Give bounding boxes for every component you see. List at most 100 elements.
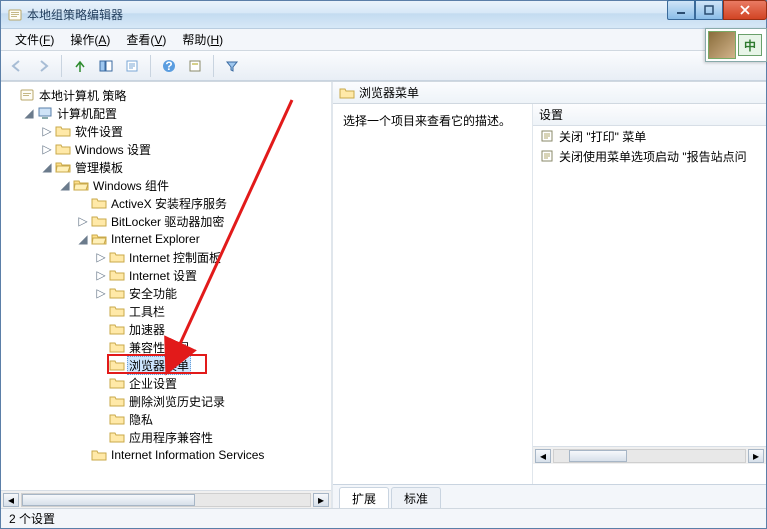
properties-button[interactable] [183,54,207,78]
up-button[interactable] [68,54,92,78]
tree-h-scrollbar[interactable]: ◂ ▸ [1,490,331,508]
scroll-right-button[interactable]: ▸ [748,449,764,463]
tree-iis[interactable]: Internet Information Services [77,446,331,464]
content-area: 本地计算机 策略 ◢ 计算机配置 ▷软件设置 [1,81,766,508]
tab-standard[interactable]: 标准 [391,487,441,508]
list-h-scrollbar[interactable]: ◂ ▸ [533,446,766,464]
description-column: 选择一个项目来查看它的描述。 [333,104,533,484]
tree-internet-explorer[interactable]: ◢Internet Explorer [77,230,331,248]
tab-extended[interactable]: 扩展 [339,487,389,508]
folder-icon [109,357,125,373]
expand-icon[interactable]: ▷ [95,287,107,299]
expand-icon[interactable]: ▷ [77,215,89,227]
folder-icon [91,195,107,211]
folder-icon [109,411,125,427]
details-pane: 浏览器菜单 选择一个项目来查看它的描述。 设置 关闭 "打印" 菜单 关闭使用菜… [333,82,766,508]
tree-windows-settings[interactable]: ▷Windows 设置 [41,140,331,158]
folder-open-icon [55,159,71,175]
forward-button[interactable] [31,54,55,78]
help-button[interactable]: ? [157,54,181,78]
menu-action[interactable]: 操作(A) [62,29,118,50]
toolbar-separator [213,55,214,77]
list-item-label: 关闭 "打印" 菜单 [559,128,646,145]
folder-icon [91,213,107,229]
window-title: 本地组策略编辑器 [27,6,123,23]
toolbar-separator [61,55,62,77]
folder-icon [91,447,107,463]
tree-root[interactable]: 本地计算机 策略 [5,86,331,104]
collapse-icon[interactable]: ◢ [23,107,35,119]
expand-icon[interactable]: ▷ [41,125,53,137]
tree-pane: 本地计算机 策略 ◢ 计算机配置 ▷软件设置 [1,82,333,508]
details-title: 浏览器菜单 [359,84,419,101]
export-list-button[interactable] [120,54,144,78]
tree-app-compat[interactable]: 应用程序兼容性 [95,428,331,446]
ime-avatar-icon [708,31,736,59]
scroll-left-button[interactable]: ◂ [3,493,19,507]
tree-ie-settings[interactable]: ▷Internet 设置 [95,266,331,284]
ime-language-badge[interactable]: 中 [738,34,762,56]
tree-privacy[interactable]: 隐私 [95,410,331,428]
app-icon [7,7,23,23]
svg-text:?: ? [165,59,172,73]
tree-delete-history[interactable]: 删除浏览历史记录 [95,392,331,410]
list-item[interactable]: 关闭 "打印" 菜单 [533,126,766,146]
list-item[interactable]: 关闭使用菜单选项启动 "报告站点问 [533,146,766,166]
menu-help[interactable]: 帮助(H) [174,29,231,50]
list-item-label: 关闭使用菜单选项启动 "报告站点问 [559,148,747,165]
policy-icon [19,87,35,103]
expand-icon[interactable]: ▷ [95,269,107,281]
ime-float-panel[interactable]: 中 [705,28,767,62]
collapse-icon[interactable]: ◢ [77,233,89,245]
description-text: 选择一个项目来查看它的描述。 [343,114,511,128]
statusbar: 2 个设置 [1,508,766,528]
collapse-icon[interactable]: ◢ [41,161,53,173]
tree-corp-settings[interactable]: 企业设置 [95,374,331,392]
scroll-left-button[interactable]: ◂ [535,449,551,463]
folder-icon [109,393,125,409]
policy-item-icon [539,128,555,144]
tree-scroll[interactable]: 本地计算机 策略 ◢ 计算机配置 ▷软件设置 [1,82,331,490]
tree-ie-control-panel[interactable]: ▷Internet 控制面板 [95,248,331,266]
scroll-right-button[interactable]: ▸ [313,493,329,507]
tree-activex[interactable]: ActiveX 安装程序服务 [77,194,331,212]
tree-compat-view[interactable]: 兼容性视图 [95,338,331,356]
menu-file[interactable]: 文件(F) [7,29,62,50]
titlebar: 本地组策略编辑器 [1,1,766,29]
window-buttons [667,0,767,20]
tree-browser-menus[interactable]: 浏览器菜单 [95,356,331,374]
folder-open-icon [91,231,107,247]
show-hide-tree-button[interactable] [94,54,118,78]
menubar: 文件(F) 操作(A) 查看(V) 帮助(H) [1,29,766,51]
folder-icon [109,267,125,283]
folder-icon [109,429,125,445]
tree-security[interactable]: ▷安全功能 [95,284,331,302]
folder-icon [109,321,125,337]
tree-toolbars[interactable]: 工具栏 [95,302,331,320]
close-button[interactable] [723,0,767,20]
tree-windows-components[interactable]: ◢Windows 组件 [59,176,331,194]
tree-computer-config[interactable]: ◢ 计算机配置 [23,104,331,122]
toolbar-separator [150,55,151,77]
view-tabs: 扩展 标准 [333,484,766,508]
folder-icon [109,285,125,301]
expand-icon[interactable]: ▷ [41,143,53,155]
minimize-button[interactable] [667,0,695,20]
computer-icon [37,105,53,121]
column-header-settings[interactable]: 设置 [533,104,766,126]
filter-button[interactable] [220,54,244,78]
maximize-button[interactable] [695,0,723,20]
folder-icon [339,85,355,101]
folder-icon [109,249,125,265]
tree-bitlocker[interactable]: ▷BitLocker 驱动器加密 [77,212,331,230]
collapse-icon[interactable]: ◢ [59,179,71,191]
tree-software-settings[interactable]: ▷软件设置 [41,122,331,140]
tree-accelerators[interactable]: 加速器 [95,320,331,338]
folder-icon [109,339,125,355]
menu-view[interactable]: 查看(V) [118,29,174,50]
expand-icon[interactable]: ▷ [95,251,107,263]
back-button[interactable] [5,54,29,78]
tree-admin-templates[interactable]: ◢管理模板 [41,158,331,176]
app-window: 本地组策略编辑器 中 文件(F) 操作(A) 查看(V) 帮助(H) ? [0,0,767,529]
folder-icon [109,303,125,319]
